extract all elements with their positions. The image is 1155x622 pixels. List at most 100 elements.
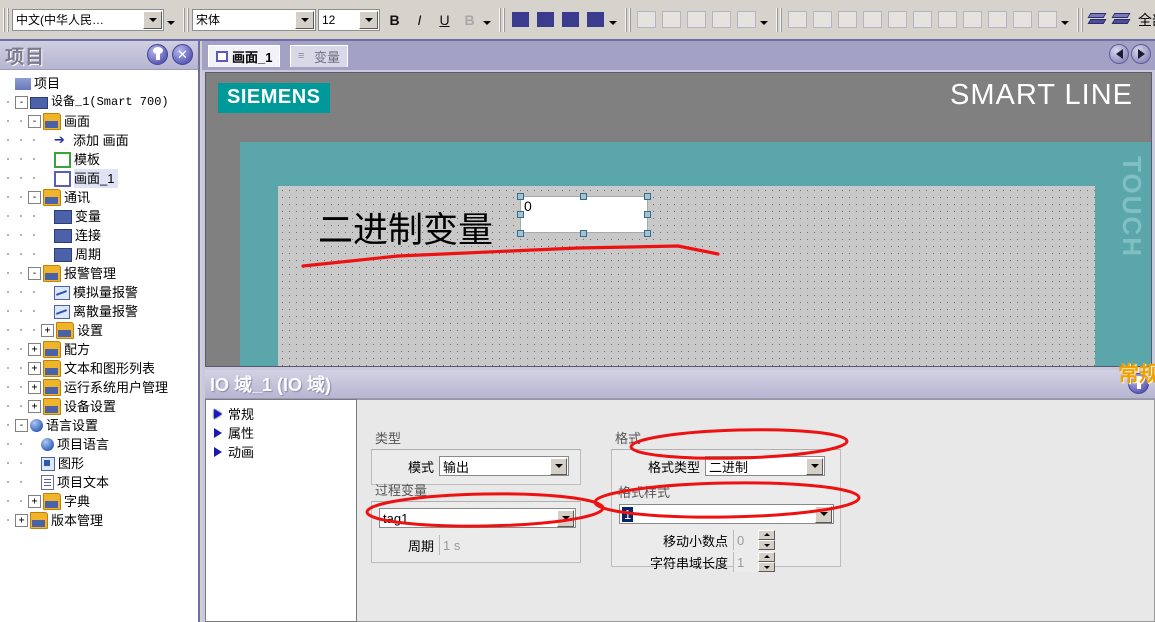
tree-expander-minus-icon[interactable]: - [15, 419, 28, 432]
tree-expander-plus-icon[interactable]: + [28, 400, 41, 413]
properties-nav-list[interactable]: 常规 属性 动画 [205, 399, 357, 622]
tree-expander-minus-icon[interactable]: - [15, 96, 28, 109]
resize-handle-w[interactable] [517, 211, 524, 218]
tree-item-11[interactable]: 模拟量报警 [2, 283, 198, 302]
toolbar-grip-2[interactable] [183, 7, 190, 32]
tree-expander-plus-icon[interactable]: + [28, 343, 41, 356]
tree-item-0[interactable]: 项目 [2, 74, 198, 93]
resize-handle-se[interactable] [644, 230, 651, 237]
tree-item-12[interactable]: 离散量报警 [2, 302, 198, 321]
resize-handle-s[interactable] [580, 230, 587, 237]
fit-height-button[interactable] [1035, 8, 1060, 32]
next-arrow-icon[interactable] [1131, 44, 1151, 64]
tree-expander-plus-icon[interactable]: + [41, 324, 54, 337]
format-style-combobox[interactable]: 1 [619, 504, 834, 524]
screen-text-field[interactable]: 二进制变量 [318, 202, 493, 253]
font-style-overflow-arrow-icon[interactable] [482, 8, 493, 32]
same-size-button[interactable] [910, 8, 935, 32]
tab-tags[interactable]: ≡ 变量 [290, 45, 349, 67]
prop-nav-general[interactable]: 常规 [208, 404, 354, 423]
toolbar-grip-3[interactable] [499, 7, 506, 32]
flip-horizontal-button[interactable] [659, 8, 684, 32]
format-type-combobox[interactable]: 二进制 [705, 456, 825, 476]
tree-item-14[interactable]: + 配方 [2, 340, 198, 359]
string-length-field[interactable]: 1 [733, 552, 758, 572]
tree-item-20[interactable]: 图形 [2, 454, 198, 473]
group-button[interactable] [935, 8, 960, 32]
tree-item-19[interactable]: 项目语言 [2, 435, 198, 454]
tree-expander-plus-icon[interactable]: + [15, 514, 28, 527]
format-style-dropdown-arrow-icon[interactable] [815, 505, 832, 523]
decimal-shift-field[interactable]: 0 [733, 530, 758, 550]
tree-item-1[interactable]: - 设备_1(Smart 700) [2, 93, 198, 112]
tree-expander-plus-icon[interactable]: + [28, 495, 41, 508]
tree-item-9[interactable]: 周期 [2, 245, 198, 264]
italic-button[interactable]: I [407, 8, 432, 32]
center-horizontal-button[interactable] [985, 8, 1010, 32]
toolbar-grip[interactable] [3, 7, 10, 32]
toolbar-grip-4[interactable] [625, 7, 632, 32]
bring-to-front-icon[interactable] [1087, 10, 1109, 30]
all-layers-label[interactable]: 全部 [1134, 10, 1155, 30]
tree-item-5[interactable]: 画面_1 [2, 169, 198, 188]
font-size-dropdown-arrow-icon[interactable] [359, 10, 378, 29]
font-dropdown-arrow-icon[interactable] [295, 10, 314, 29]
cycle-field[interactable]: 1 s [439, 535, 569, 555]
tree-item-21[interactable]: 项目文本 [2, 473, 198, 492]
tree-item-4[interactable]: 模板 [2, 150, 198, 169]
resize-handle-sw[interactable] [517, 230, 524, 237]
format-type-dropdown-arrow-icon[interactable] [806, 457, 823, 475]
hmi-canvas[interactable]: SIEMENS SMART LINE TOUCH 二进制变量 0 [205, 72, 1152, 367]
arrange-overflow-arrow-icon[interactable] [1060, 8, 1071, 32]
fit-width-button[interactable] [1010, 8, 1035, 32]
process-tag-combobox[interactable]: tag1 [379, 508, 576, 528]
tree-item-22[interactable]: + 字典 [2, 492, 198, 511]
string-length-stepper[interactable] [758, 552, 775, 572]
tree-item-8[interactable]: 连接 [2, 226, 198, 245]
send-to-back-icon[interactable] [1111, 10, 1133, 30]
distribute-vertical-button[interactable] [810, 8, 835, 32]
resize-handle-nw[interactable] [517, 193, 524, 200]
ungroup-button[interactable] [960, 8, 985, 32]
underline-button[interactable]: U [432, 8, 457, 32]
mode-dropdown-arrow-icon[interactable] [550, 457, 567, 475]
transform-overflow-arrow-icon[interactable] [759, 8, 770, 32]
close-icon[interactable]: ✕ [172, 44, 193, 65]
resize-handle-e[interactable] [644, 211, 651, 218]
rotate-right-button[interactable] [709, 8, 734, 32]
strikethrough-button[interactable]: B [457, 8, 482, 32]
prev-arrow-icon[interactable] [1109, 44, 1129, 64]
rotate-left-button[interactable] [634, 8, 659, 32]
tree-item-16[interactable]: + 运行系统用户管理 [2, 378, 198, 397]
tree-item-10[interactable]: - 报警管理 [2, 264, 198, 283]
tab-screen-1[interactable]: 画面_1 [208, 45, 281, 67]
tree-item-3[interactable]: ➔ 添加 画面 [2, 131, 198, 150]
toolbar-grip-6[interactable] [1077, 7, 1084, 32]
align-left-button[interactable] [508, 8, 533, 32]
tree-item-6[interactable]: - 通讯 [2, 188, 198, 207]
align-justify-button[interactable] [583, 8, 608, 32]
tree-item-17[interactable]: + 设备设置 [2, 397, 198, 416]
tree-item-15[interactable]: + 文本和图形列表 [2, 359, 198, 378]
language-overflow-arrow-icon[interactable] [166, 8, 177, 32]
resize-handle-n[interactable] [580, 193, 587, 200]
process-tag-dropdown-arrow-icon[interactable] [557, 509, 574, 527]
language-combobox[interactable]: 中文(中华人民… [12, 8, 164, 31]
align-center-button[interactable] [533, 8, 558, 32]
tree-item-7[interactable]: 变量 [2, 207, 198, 226]
tree-expander-minus-icon[interactable]: - [28, 115, 41, 128]
align-right-button[interactable] [558, 8, 583, 32]
tree-item-23[interactable]: + 版本管理 [2, 511, 198, 530]
font-combobox[interactable]: 宋体 [192, 8, 316, 31]
tree-expander-minus-icon[interactable]: - [28, 191, 41, 204]
toolbar-grip-5[interactable] [776, 7, 783, 32]
distribute-horizontal-button[interactable] [785, 8, 810, 32]
hmi-work-area[interactable]: 二进制变量 0 [278, 186, 1095, 366]
align-overflow-arrow-icon[interactable] [608, 8, 619, 32]
tree-item-13[interactable]: + 设置 [2, 321, 198, 340]
pin-icon[interactable] [147, 44, 168, 65]
tree-item-18[interactable]: - 语言设置 [2, 416, 198, 435]
same-height-button[interactable] [885, 8, 910, 32]
mode-combobox[interactable]: 输出 [439, 456, 569, 476]
tree-expander-plus-icon[interactable]: + [28, 381, 41, 394]
